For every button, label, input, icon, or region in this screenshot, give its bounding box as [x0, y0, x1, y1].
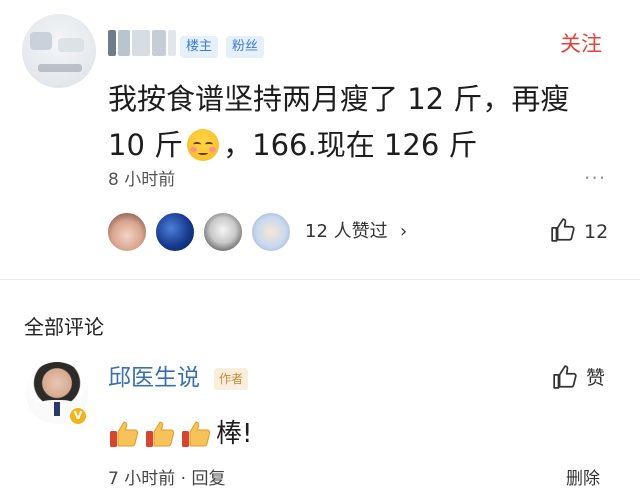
post-content: 我按食谱坚持两月瘦了 12 斤，再瘦 10 斤，166.现在 126 斤 — [108, 76, 608, 168]
section-divider — [0, 279, 640, 280]
meta-separator: · — [180, 469, 187, 489]
more-options-icon[interactable]: ··· — [584, 168, 606, 188]
comment-author-name[interactable]: 邱医生说 — [108, 362, 200, 394]
chevron-right-icon[interactable]: › — [400, 219, 407, 245]
all-comments-heading: 全部评论 — [24, 315, 104, 339]
liker-avatar[interactable] — [106, 211, 148, 253]
post-content-part2: ，166.现在 126 斤 — [223, 128, 478, 162]
follow-button[interactable]: 关注 — [560, 30, 602, 58]
liker-avatar[interactable] — [202, 211, 244, 253]
thumbs-up-emoji-icon — [182, 421, 211, 447]
thumbs-up-icon[interactable] — [550, 217, 576, 243]
blushing-face-emoji-icon — [187, 129, 220, 161]
likes-summary-link[interactable]: 12 人赞过 — [305, 219, 388, 245]
comment-text: 棒! — [216, 419, 253, 449]
post-timestamp: 8 小时前 — [108, 170, 176, 190]
comment-like-button[interactable]: 赞 — [586, 364, 605, 392]
liker-avatar[interactable] — [154, 211, 196, 253]
post-author-name-blurred[interactable] — [108, 30, 178, 56]
thumbs-up-emoji-icon — [146, 421, 175, 447]
comment-meta: 7 小时前 · 回复 — [108, 466, 225, 492]
post-author-avatar[interactable] — [22, 14, 96, 88]
delete-button[interactable]: 删除 — [566, 466, 600, 492]
verified-badge-icon: V — [68, 406, 88, 426]
thumbs-up-emoji-icon — [110, 421, 139, 447]
comment-timestamp: 7 小时前 — [108, 469, 176, 489]
post-like-count: 12 — [584, 221, 609, 243]
liker-avatars[interactable] — [106, 211, 306, 253]
comment-like-icon[interactable] — [552, 364, 578, 390]
liker-avatar[interactable] — [250, 211, 292, 253]
author-tag: 作者 — [214, 368, 249, 390]
comment-content: 棒! — [108, 414, 252, 454]
louzhu-badge: 楼主 — [180, 36, 219, 58]
fan-badge: 粉丝 — [226, 36, 265, 58]
reply-button[interactable]: 回复 — [191, 469, 225, 489]
